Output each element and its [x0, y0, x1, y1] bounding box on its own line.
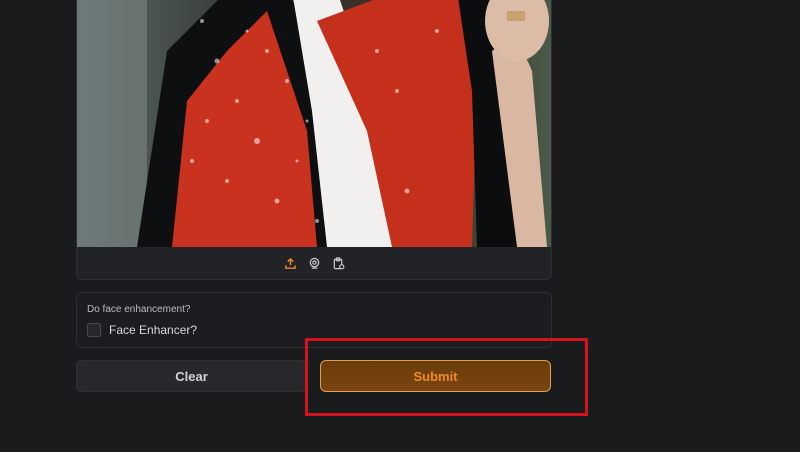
submit-button[interactable]: Submit: [320, 360, 551, 392]
clipboard-icon[interactable]: [331, 257, 345, 271]
uploaded-image: [77, 0, 551, 247]
upload-icon[interactable]: [283, 257, 297, 271]
clear-button[interactable]: Clear: [76, 360, 307, 392]
face-enhancement-label: Do face enhancement?: [87, 304, 191, 315]
face-enhancement-group: Do face enhancement? Face Enhancer?: [76, 292, 552, 348]
image-source-toolbar: [77, 248, 551, 279]
image-input-panel: [76, 0, 552, 280]
face-enhancer-option[interactable]: Face Enhancer?: [87, 323, 197, 337]
face-enhancer-checkbox[interactable]: [87, 323, 101, 337]
webcam-icon[interactable]: [307, 257, 321, 271]
face-enhancer-label: Face Enhancer?: [109, 323, 198, 337]
